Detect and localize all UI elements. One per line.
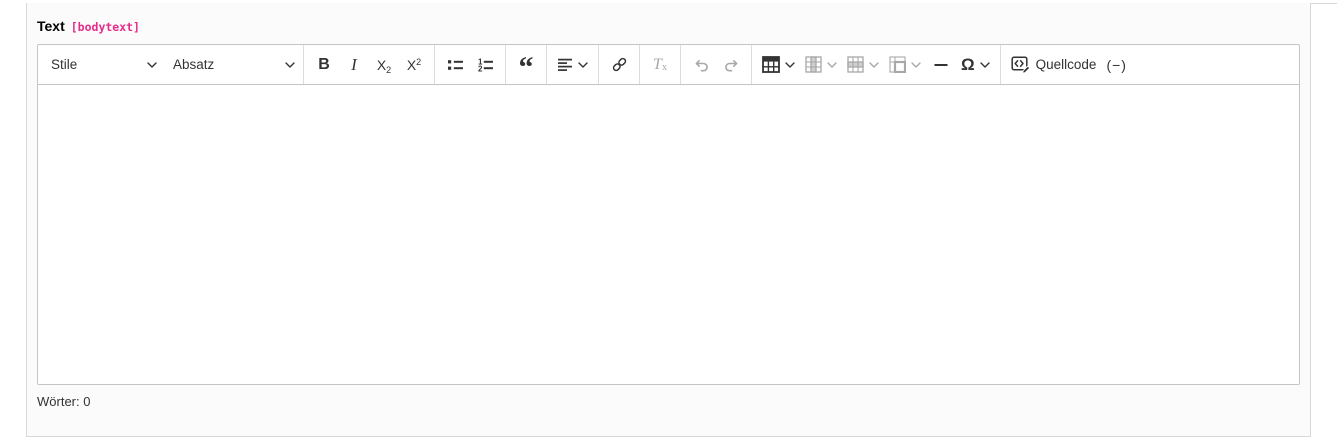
table-column-icon bbox=[805, 56, 822, 73]
bold-icon: B bbox=[318, 55, 330, 73]
chevron-down-icon bbox=[869, 61, 879, 68]
numbered-list-icon: 1 2 bbox=[477, 57, 494, 73]
toolbar-separator bbox=[751, 45, 752, 84]
paragraph-format-dropdown[interactable]: Absatz bbox=[170, 50, 298, 80]
horizontal-line-button[interactable] bbox=[926, 50, 956, 80]
numbered-list-button[interactable]: 1 2 bbox=[470, 50, 500, 80]
chevron-down-icon bbox=[785, 61, 795, 68]
toolbar-separator bbox=[999, 45, 1001, 84]
toolbar-separator bbox=[546, 45, 547, 84]
bold-button[interactable]: B bbox=[309, 50, 339, 80]
toolbar-separator bbox=[434, 45, 435, 84]
field-label: Text bbox=[37, 18, 65, 34]
undo-icon bbox=[693, 57, 710, 73]
bulleted-list-icon bbox=[447, 57, 464, 73]
align-left-icon bbox=[557, 57, 573, 73]
bulleted-list-button[interactable] bbox=[440, 50, 470, 80]
form-field-panel: Text [bodytext] Stile Absatz B I X 2 X 2… bbox=[26, 3, 1311, 437]
rte-toolbar: Stile Absatz B I X2 X2 1 2 “ T x Ω Quell… bbox=[38, 45, 1299, 85]
toolbar-separator bbox=[303, 45, 304, 84]
source-code-label: Quellcode bbox=[1035, 57, 1097, 72]
rte-content-area[interactable] bbox=[38, 85, 1299, 384]
redo-button[interactable] bbox=[716, 50, 746, 80]
source-code-button[interactable]: Quellcode bbox=[1006, 50, 1102, 80]
rte-editor: Stile Absatz B I X2 X2 1 2 “ T x Ω Quell… bbox=[37, 44, 1300, 385]
styles-dropdown-label: Stile bbox=[51, 57, 78, 72]
table-row-icon bbox=[847, 56, 864, 73]
merge-cells-icon bbox=[889, 56, 906, 73]
table-row-dropdown[interactable] bbox=[842, 50, 884, 80]
chevron-down-icon bbox=[827, 61, 837, 68]
field-name-badge: [bodytext] bbox=[70, 20, 140, 34]
chevron-down-icon bbox=[147, 61, 157, 68]
text-alignment-dropdown[interactable] bbox=[552, 50, 593, 80]
blockquote-button[interactable]: “ bbox=[511, 50, 541, 84]
chevron-down-icon bbox=[979, 61, 990, 68]
redo-icon bbox=[723, 57, 740, 73]
word-count: Wörter: 0 bbox=[37, 394, 1310, 409]
remove-format-button[interactable]: Tx bbox=[645, 50, 675, 80]
merge-cells-dropdown[interactable] bbox=[884, 50, 926, 80]
remove-format-icon: Tx bbox=[653, 55, 667, 73]
insert-table-icon bbox=[762, 56, 780, 73]
undo-button[interactable] bbox=[686, 50, 716, 80]
styles-dropdown[interactable]: Stile bbox=[48, 50, 160, 80]
italic-icon: I bbox=[351, 54, 357, 74]
italic-button[interactable]: I bbox=[339, 50, 369, 80]
chevron-down-icon bbox=[911, 61, 921, 68]
field-label-row: Text [bodytext] bbox=[37, 18, 1310, 34]
word-count-value: 0 bbox=[83, 394, 91, 409]
paragraph-format-label: Absatz bbox=[173, 57, 215, 72]
toolbar-separator bbox=[598, 45, 599, 84]
special-character-dropdown[interactable]: Ω bbox=[956, 50, 995, 80]
word-count-label: Wörter: bbox=[37, 394, 80, 409]
subscript-icon: X2 bbox=[376, 56, 392, 75]
insert-table-dropdown[interactable] bbox=[757, 50, 800, 80]
soft-hyphen-icon: (−) bbox=[1106, 56, 1127, 73]
chevron-down-icon bbox=[578, 61, 588, 68]
link-icon bbox=[611, 56, 628, 73]
toolbar-separator bbox=[505, 45, 506, 84]
source-code-icon bbox=[1011, 55, 1031, 74]
chevron-down-icon bbox=[285, 61, 295, 68]
link-button[interactable] bbox=[604, 50, 634, 80]
svg-text:2: 2 bbox=[478, 64, 483, 72]
page: { "field": { "label": "Text", "name": "[… bbox=[0, 0, 1337, 444]
horizontal-line-icon bbox=[933, 57, 949, 73]
table-column-dropdown[interactable] bbox=[800, 50, 842, 80]
superscript-button[interactable]: X2 bbox=[399, 50, 429, 80]
special-character-icon: Ω bbox=[961, 54, 975, 74]
soft-hyphen-button[interactable]: (−) bbox=[1101, 50, 1132, 80]
subscript-button[interactable]: X2 bbox=[369, 50, 399, 80]
superscript-icon: X2 bbox=[406, 56, 422, 73]
toolbar-separator bbox=[639, 45, 640, 84]
blockquote-icon: “ bbox=[518, 50, 534, 84]
toolbar-separator bbox=[680, 45, 681, 84]
